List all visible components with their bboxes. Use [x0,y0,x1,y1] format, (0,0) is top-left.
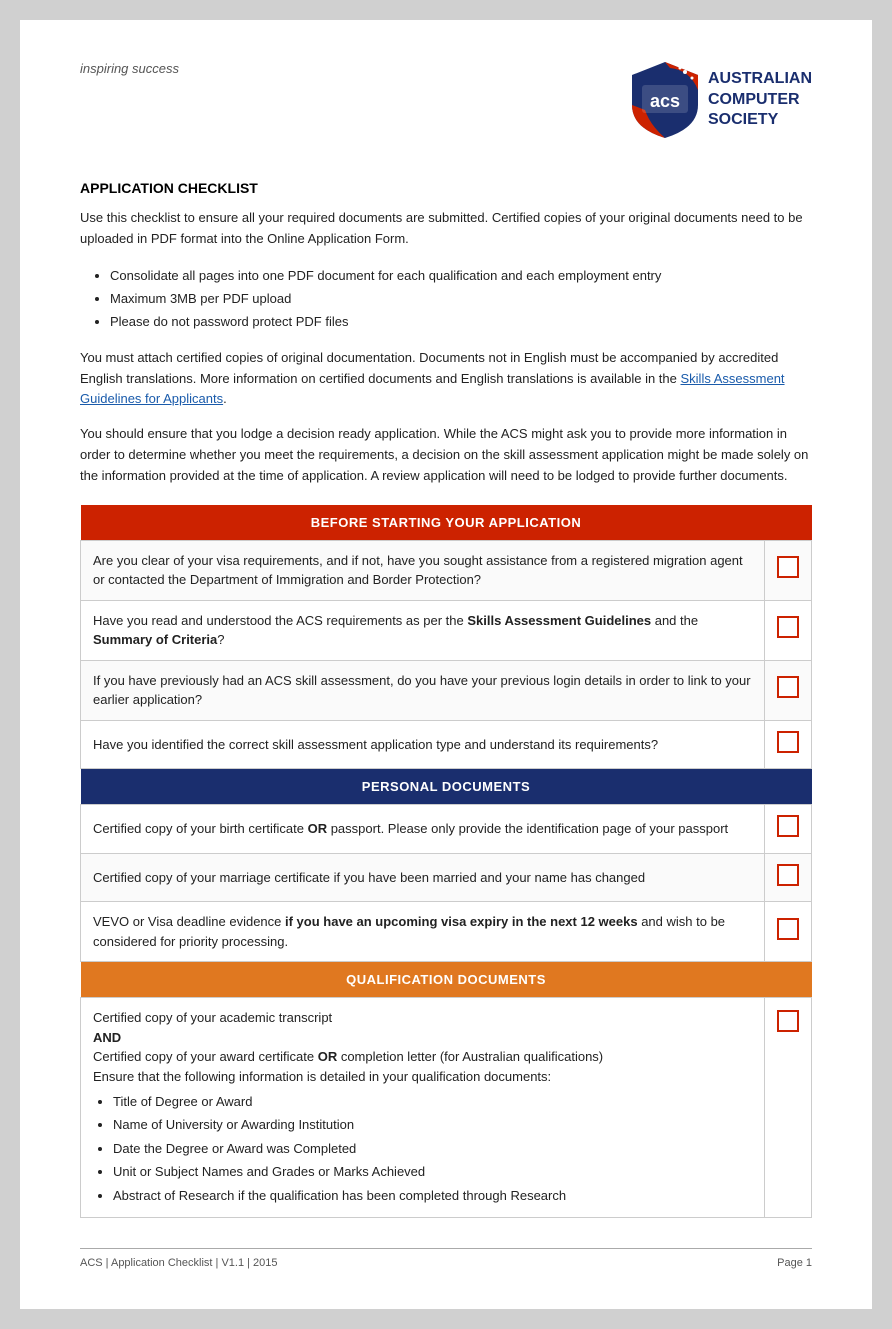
checkbox[interactable] [777,918,799,940]
row-text: Certified copy of your academic transcri… [81,998,765,1218]
page-footer: ACS | Application Checklist | V1.1 | 201… [80,1248,812,1269]
footer-left: ACS | Application Checklist | V1.1 | 201… [80,1257,278,1269]
list-item: Consolidate all pages into one PDF docum… [110,264,812,287]
list-item: Title of Degree or Award [113,1090,752,1113]
table-row: Have you read and understood the ACS req… [81,600,812,660]
row-text: VEVO or Visa deadline evidence if you ha… [81,902,765,962]
row-text: Certified copy of your marriage certific… [81,853,765,902]
list-item: Date the Degree or Award was Completed [113,1137,752,1160]
table-row: Certified copy of your birth certificate… [81,805,812,854]
checkbox[interactable] [777,815,799,837]
intro-para1: Use this checklist to ensure all your re… [80,208,812,250]
acs-logo-shield: acs [630,60,700,140]
tagline: inspiring success [80,60,179,78]
table-row: Are you clear of your visa requirements,… [81,540,812,600]
page-header: inspiring success acs AUSTRAL [80,60,812,140]
list-item: Maximum 3MB per PDF upload [110,287,812,310]
row-text: Are you clear of your visa requirements,… [81,540,765,600]
list-item: Please do not password protect PDF files [110,310,812,333]
section-header-personal-docs: PERSONAL DOCUMENTS [81,769,812,805]
checkbox-cell[interactable] [765,902,812,962]
checkbox[interactable] [777,556,799,578]
logo-container: acs AUSTRALIAN COMPUTER SOCIETY [630,60,812,140]
logo-text: AUSTRALIAN COMPUTER SOCIETY [708,69,812,131]
list-item: Unit or Subject Names and Grades or Mark… [113,1160,752,1183]
section-header-label: BEFORE STARTING YOUR APPLICATION [81,505,812,541]
checkbox-cell[interactable] [765,805,812,854]
checkbox-cell[interactable] [765,853,812,902]
checkbox[interactable] [777,1010,799,1032]
bullet-list: Consolidate all pages into one PDF docum… [110,264,812,334]
checkbox-cell[interactable] [765,660,812,720]
table-row: Certified copy of your academic transcri… [81,998,812,1218]
checkbox[interactable] [777,731,799,753]
row-text: Have you identified the correct skill as… [81,720,765,769]
footer-right: Page 1 [777,1257,812,1269]
row-text: Have you read and understood the ACS req… [81,600,765,660]
list-item: Abstract of Research if the qualificatio… [113,1184,752,1207]
checkbox[interactable] [777,864,799,886]
checkbox-cell[interactable] [765,998,812,1218]
intro-para3: You should ensure that you lodge a decis… [80,424,812,486]
checkbox-cell[interactable] [765,600,812,660]
section-header-before-starting: BEFORE STARTING YOUR APPLICATION [81,505,812,541]
checkbox-cell[interactable] [765,720,812,769]
intro-para2: You must attach certified copies of orig… [80,348,812,410]
checklist-table: BEFORE STARTING YOUR APPLICATION Are you… [80,505,812,1218]
checkbox[interactable] [777,676,799,698]
svg-text:acs: acs [650,91,680,111]
page: inspiring success acs AUSTRAL [20,20,872,1309]
section-header-label: QUALIFICATION DOCUMENTS [81,962,812,998]
table-row: Have you identified the correct skill as… [81,720,812,769]
list-item: Name of University or Awarding Instituti… [113,1113,752,1136]
application-checklist-title: APPLICATION CHECKLIST [80,180,812,196]
checkbox-cell[interactable] [765,540,812,600]
section-header-label: PERSONAL DOCUMENTS [81,769,812,805]
checkbox[interactable] [777,616,799,638]
row-text: Certified copy of your birth certificate… [81,805,765,854]
section-header-qualification-docs: QUALIFICATION DOCUMENTS [81,962,812,998]
table-row: If you have previously had an ACS skill … [81,660,812,720]
table-row: VEVO or Visa deadline evidence if you ha… [81,902,812,962]
table-row: Certified copy of your marriage certific… [81,853,812,902]
row-text: If you have previously had an ACS skill … [81,660,765,720]
